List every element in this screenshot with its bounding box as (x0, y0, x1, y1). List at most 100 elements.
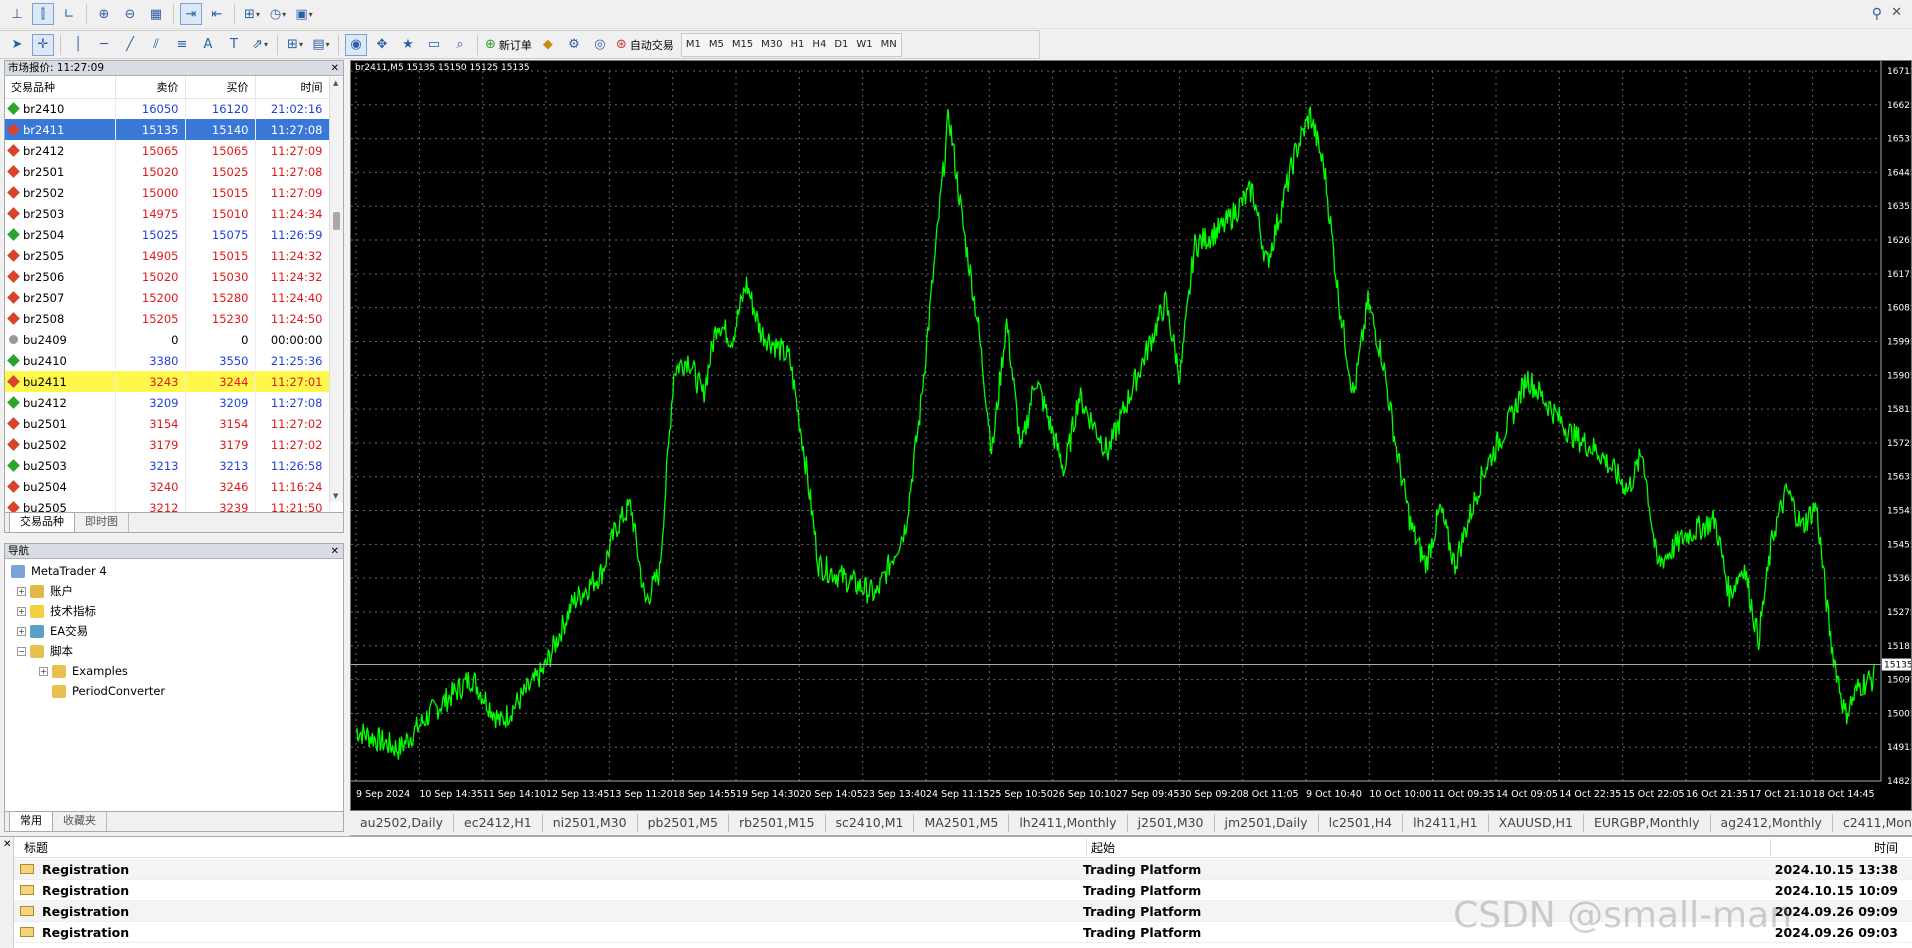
market-watch-icon[interactable]: ◉ (345, 33, 367, 56)
quote-row[interactable]: bu2502 3179 3179 11:27:02 (5, 434, 330, 455)
tree-item-indicators[interactable]: + 技术指标 (11, 601, 343, 621)
quote-row[interactable]: br2504 15025 15075 11:26:59 (5, 224, 330, 245)
quote-row[interactable]: bu2501 3154 3154 11:27:02 (5, 413, 330, 434)
tree-item-accounts[interactable]: + 账户 (11, 581, 343, 601)
new-chart-icon[interactable]: ⊞ ▾ (284, 34, 306, 56)
col-bid[interactable]: 卖价 (115, 76, 186, 99)
profiles-icon[interactable]: ▤ ▾ (310, 34, 332, 56)
signals-icon[interactable]: ◎ (589, 34, 611, 56)
chart-tab[interactable]: sc2410,M1 (826, 814, 915, 832)
col-subject[interactable]: 标题 (14, 838, 1087, 856)
text-icon[interactable]: A (197, 34, 219, 56)
tab-common[interactable]: 常用 (9, 812, 53, 832)
chart-tab[interactable]: XAUUSD,H1 (1489, 814, 1584, 832)
periods-icon[interactable]: ◷ ▾ (267, 3, 289, 25)
auto-trading-button[interactable]: ⊛ 自动交易 (615, 34, 675, 56)
quote-row[interactable]: br2505 14905 15015 11:24:32 (5, 245, 330, 266)
chart-shift-icon[interactable]: ⇤ (206, 3, 228, 25)
chart-tab[interactable]: jm2501,Daily (1215, 814, 1319, 832)
quote-row[interactable]: bu2412 3209 3209 11:27:08 (5, 392, 330, 413)
chart-tab[interactable]: ni2501,M30 (543, 814, 638, 832)
chart-tab[interactable]: EURGBP,Monthly (1584, 814, 1711, 832)
fibonacci-icon[interactable]: ≡ (171, 34, 193, 56)
tf-m15[interactable]: M15 (728, 34, 757, 56)
favorites-icon[interactable]: ★ (397, 34, 419, 56)
indicators-icon[interactable]: ⊞ ▾ (241, 3, 263, 25)
trendline-icon[interactable]: ╱ (119, 34, 141, 56)
candle-chart-icon[interactable]: ⫿ (32, 3, 54, 25)
channel-icon[interactable]: ⫽ (145, 34, 167, 56)
tester-icon[interactable]: ⌕ (449, 34, 471, 56)
options-icon[interactable]: ⚙ (563, 34, 585, 56)
tab-tick-chart[interactable]: 即时图 (75, 513, 129, 532)
scroll-up-icon[interactable]: ▲ (333, 79, 338, 87)
chart-tab[interactable]: ec2412,H1 (454, 814, 543, 832)
quote-row[interactable]: bu2504 3240 3246 11:16:24 (5, 476, 330, 497)
tf-m5[interactable]: M5 (705, 34, 728, 56)
mail-row[interactable]: Registration Trading Platform 2024.09.26 0… (14, 901, 1912, 922)
quote-row[interactable]: bu2503 3213 3213 11:26:58 (5, 455, 330, 476)
close-icon[interactable]: ✕ (3, 839, 11, 850)
chart-tab[interactable]: lh2411,Monthly (1009, 814, 1128, 832)
col-time[interactable]: 时间 (255, 76, 330, 99)
tree-item-periodconverter[interactable]: PeriodConverter (11, 681, 343, 701)
metaeditor-icon[interactable]: ◆ (537, 34, 559, 56)
chart-tab[interactable]: lh2411,H1 (1403, 814, 1489, 832)
templates-icon[interactable]: ▣ ▾ (293, 3, 315, 25)
tf-w1[interactable]: W1 (852, 34, 876, 56)
tab-symbols[interactable]: 交易品种 (9, 513, 75, 533)
line-chart-icon[interactable]: ∟ (58, 3, 80, 25)
quote-row[interactable]: br2410 16050 16120 21:02:16 (5, 98, 330, 119)
tile-windows-icon[interactable]: ▦ (145, 3, 167, 25)
autoscroll-icon[interactable]: ⇥ (180, 3, 202, 25)
chart-tab[interactable]: rb2501,M15 (729, 814, 826, 832)
tf-m30[interactable]: M30 (757, 34, 786, 56)
crosshair-icon[interactable]: ✛ (32, 33, 54, 56)
tf-mn[interactable]: MN (877, 34, 901, 56)
tf-h4[interactable]: H4 (808, 34, 830, 56)
quote-row[interactable]: br2503 14975 15010 11:24:34 (5, 203, 330, 224)
chart-tab[interactable]: MA2501,M5 (914, 814, 1010, 832)
mail-row[interactable]: Registration Trading Platform 2024.10.15 1… (14, 859, 1912, 880)
close-icon[interactable]: ✕ (331, 544, 339, 559)
collapse-icon[interactable]: − (17, 646, 26, 656)
expand-icon[interactable]: + (17, 626, 26, 636)
expand-icon[interactable]: + (39, 666, 48, 676)
scroll-down-icon[interactable]: ▼ (333, 492, 338, 500)
tree-item-examples[interactable]: + Examples (11, 661, 343, 681)
col-ask[interactable]: 买价 (185, 76, 256, 99)
chart-tab[interactable]: au2502,Daily (350, 814, 454, 832)
vertical-line-icon[interactable]: │ (67, 34, 89, 56)
quote-row[interactable]: br2412 15065 15065 11:27:09 (5, 140, 330, 161)
chart-tab[interactable]: ag2412,Monthly (1711, 814, 1833, 832)
expand-icon[interactable]: + (17, 586, 26, 596)
scroll-thumb[interactable] (333, 212, 340, 230)
price-chart[interactable]: 16715 16625 16535 16445 16355 16265 16175 16085… (350, 60, 1912, 811)
chart-canvas[interactable]: 16715 16625 16535 16445 16355 16265 16175 16085… (351, 61, 1911, 810)
zoom-in-icon[interactable]: ⊕ (93, 3, 115, 25)
new-order-button[interactable]: ⊕ 新订单 (484, 34, 533, 56)
quote-row[interactable]: bu2411 3243 3244 11:27:01 (5, 371, 330, 392)
tree-root[interactable]: MetaTrader 4 (11, 561, 343, 581)
tf-h1[interactable]: H1 (787, 34, 809, 56)
quote-row[interactable]: br2502 15000 15015 11:27:09 (5, 182, 330, 203)
tf-m1[interactable]: M1 (682, 34, 705, 56)
tree-item-experts[interactable]: + EA交易 (11, 621, 343, 641)
col-time[interactable]: 时间 (1771, 839, 1912, 856)
horizontal-line-icon[interactable]: ─ (93, 34, 115, 56)
quote-row[interactable]: br2507 15200 15280 11:24:40 (5, 287, 330, 308)
search-icon[interactable]: ⚲ (1872, 6, 1882, 22)
text-label-icon[interactable]: T (223, 34, 245, 56)
chart-tab[interactable]: lc2501,H4 (1319, 814, 1404, 832)
mail-row[interactable]: Registration Trading Platform 2024.09.26 0… (14, 922, 1912, 943)
quote-row[interactable]: br2508 15205 15230 11:24:50 (5, 308, 330, 329)
close-icon[interactable]: ✕ (1891, 5, 1902, 20)
col-from[interactable]: 起始 (1087, 838, 1771, 856)
quote-row[interactable]: bu2409 0 0 00:00:00 (5, 329, 330, 350)
zoom-out-icon[interactable]: ⊖ (119, 3, 141, 25)
quote-row[interactable]: br2506 15020 15030 11:24:32 (5, 266, 330, 287)
col-symbol[interactable]: 交易品种 (5, 76, 116, 99)
quote-row[interactable]: br2411 15135 15140 11:27:08 (5, 119, 330, 140)
bar-chart-icon[interactable]: ⊥ (6, 3, 28, 25)
close-icon[interactable]: ✕ (331, 61, 339, 76)
